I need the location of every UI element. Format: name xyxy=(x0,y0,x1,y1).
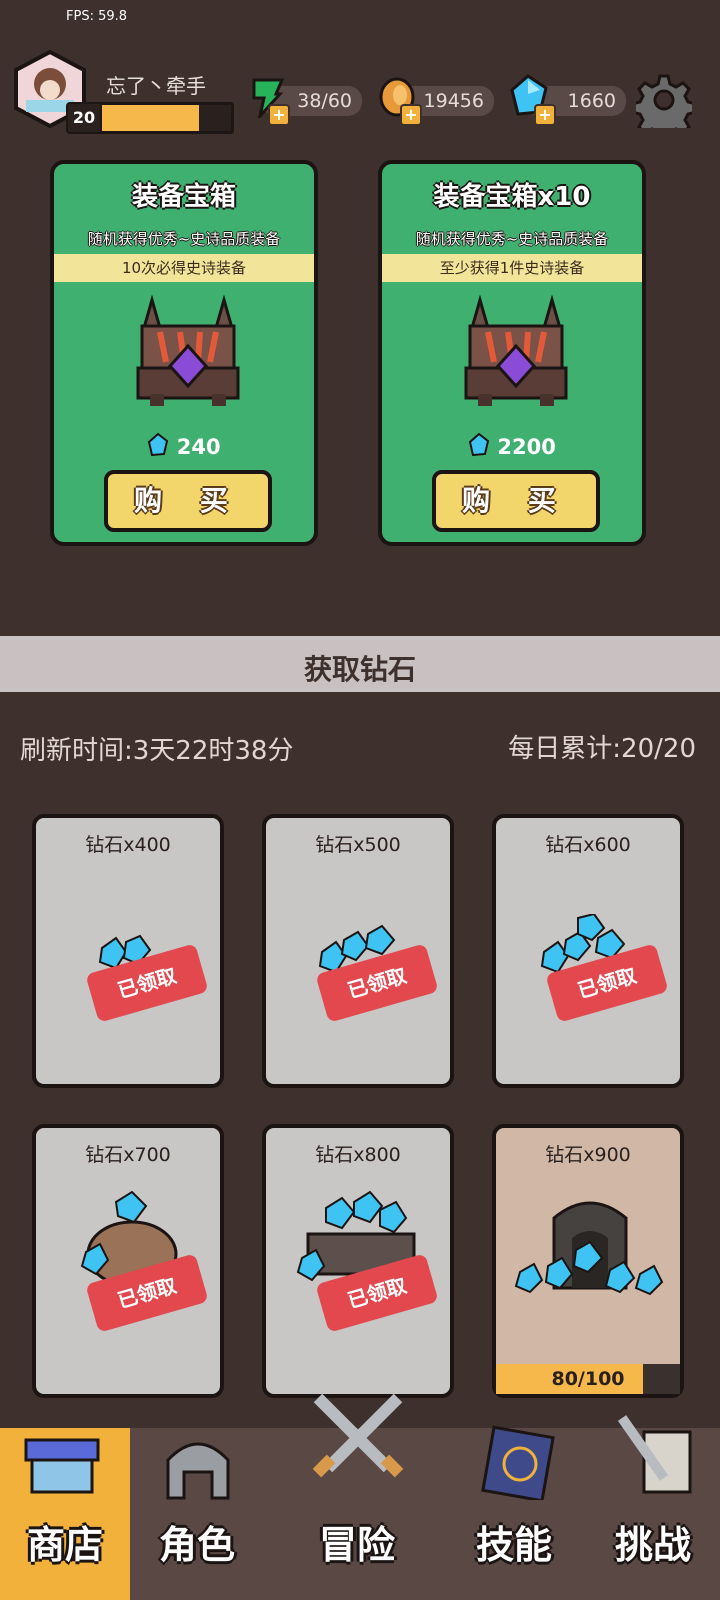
bottom-nav: 商店 角色 冒险 技能 挑战 xyxy=(0,1393,720,1600)
chest-guarantee: 至少获得1件史诗装备 xyxy=(382,254,642,282)
helmet-icon xyxy=(160,1428,236,1508)
treasure-chest-icon xyxy=(124,290,252,414)
gem-pack-700[interactable]: 钻石x700 已领取 xyxy=(32,1124,224,1398)
crossed-swords-icon xyxy=(308,1388,408,1492)
gem-pack-progress: 80/100 xyxy=(496,1364,680,1394)
nav-skills[interactable]: 技能 xyxy=(444,1425,584,1600)
gem-pack-label: 钻石x600 xyxy=(545,834,631,856)
gem-pack-label: 钻石x400 xyxy=(85,834,171,856)
daily-total: 每日累计:20/20 xyxy=(508,734,696,764)
chest-card-single: 装备宝箱 随机获得优秀~史诗品质装备 10次必得史诗装备 240 购 买 xyxy=(50,160,318,546)
gem-cave-icon xyxy=(510,1188,670,1312)
nav-adventure[interactable]: 冒险 xyxy=(270,1393,444,1600)
chest-description: 随机获得优秀~史诗品质装备 xyxy=(87,230,281,248)
gem-pack-label: 钻石x500 xyxy=(315,834,401,856)
chest-description: 随机获得优秀~史诗品质装备 xyxy=(415,230,609,248)
chest-guarantee: 10次必得史诗装备 xyxy=(54,254,314,282)
gem-pack-label: 钻石x900 xyxy=(545,1144,631,1166)
buy-button[interactable]: 购 买 xyxy=(104,470,272,532)
gear-icon[interactable] xyxy=(630,72,698,142)
xp-bar xyxy=(96,102,234,134)
gem-pack-600[interactable]: 钻石x600 已领取 xyxy=(492,814,684,1088)
player-level: 20 xyxy=(66,102,102,134)
add-gems-button[interactable]: + xyxy=(534,104,556,126)
gem-pack-900[interactable]: 钻石x900 80/100 xyxy=(492,1124,684,1398)
chest-price: 2200 xyxy=(382,432,642,459)
chest-price: 240 xyxy=(54,432,314,459)
player-name: 忘了丶牵手 xyxy=(106,74,206,98)
gem-pack-800[interactable]: 钻石x800 已领取 xyxy=(262,1124,454,1398)
nav-challenge[interactable]: 挑战 xyxy=(586,1415,720,1600)
shop-icon xyxy=(22,1436,102,1500)
gem-icon xyxy=(147,432,169,459)
nav-character[interactable]: 角色 xyxy=(132,1428,262,1600)
chest-title: 装备宝箱 xyxy=(131,182,236,212)
gem-pack-500[interactable]: 钻石x500 已领取 xyxy=(262,814,454,1088)
add-coins-button[interactable]: + xyxy=(400,104,422,126)
spellbook-icon xyxy=(478,1424,558,1504)
sword-scroll-icon xyxy=(614,1408,694,1502)
gem-pack-label: 钻石x700 xyxy=(85,1144,171,1166)
refresh-timer: 刷新时间:3天22时38分 xyxy=(20,736,294,766)
buy-button[interactable]: 购 买 xyxy=(432,470,600,532)
gem-pack-400[interactable]: 钻石x400 已领取 xyxy=(32,814,224,1088)
add-energy-button[interactable]: + xyxy=(268,104,290,126)
section-title: 获取钻石 xyxy=(303,653,416,686)
treasure-chest-icon xyxy=(452,290,580,414)
chest-card-x10: 装备宝箱x10 随机获得优秀~史诗品质装备 至少获得1件史诗装备 2200 购 … xyxy=(378,160,646,546)
gem-pack-label: 钻石x800 xyxy=(315,1144,401,1166)
nav-shop[interactable]: 商店 xyxy=(0,1428,130,1600)
fps-counter: FPS: 59.8 xyxy=(66,9,128,24)
chest-title: 装备宝箱x10 xyxy=(433,182,591,212)
gem-icon xyxy=(468,432,490,459)
